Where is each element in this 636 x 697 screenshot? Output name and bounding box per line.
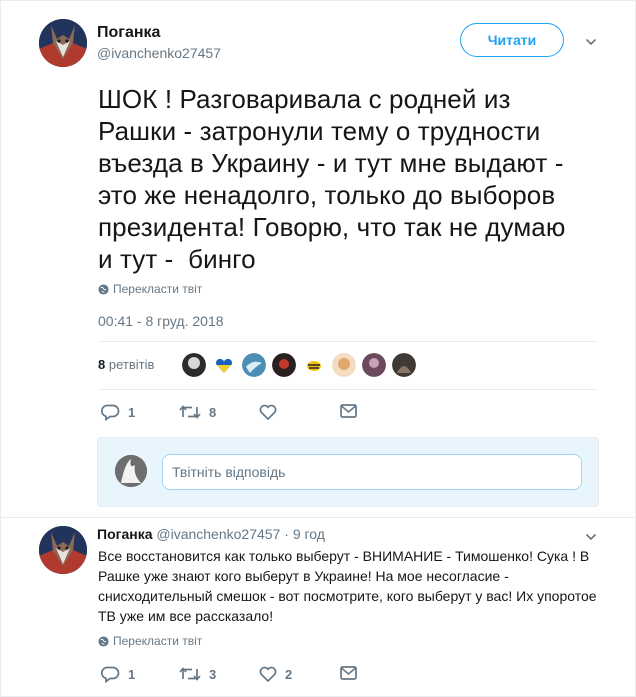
avatar[interactable]	[39, 19, 87, 67]
like-action[interactable]: 2	[259, 666, 292, 682]
avatar[interactable]	[212, 353, 236, 377]
reply-input[interactable]: Твітніть відповідь	[162, 454, 582, 490]
like-count: 2	[285, 666, 293, 682]
mail-icon	[340, 404, 357, 418]
mail-action[interactable]	[340, 666, 365, 680]
reply-display-name[interactable]: Поганка	[97, 526, 152, 542]
avatar[interactable]	[332, 353, 356, 377]
avatar[interactable]	[182, 353, 206, 377]
like-action[interactable]	[259, 404, 285, 420]
separator: ·	[284, 526, 289, 542]
reply-action[interactable]: 1	[101, 404, 135, 421]
divider	[1, 517, 635, 518]
reply-icon	[101, 666, 120, 683]
avatar[interactable]	[272, 353, 296, 377]
reply-composer: Твітніть відповідь	[97, 437, 599, 507]
translate-label[interactable]: Перекласти твіт	[113, 282, 202, 296]
retweet-count-value: 8	[98, 357, 106, 372]
mail-action[interactable]	[340, 404, 365, 418]
globe-icon	[98, 635, 109, 647]
divider	[98, 341, 598, 342]
reply-text: Все восстановится как только выберут - В…	[98, 548, 597, 624]
avatar[interactable]	[242, 353, 266, 377]
retweet-action[interactable]: 8	[179, 404, 216, 420]
retweet-icon	[179, 667, 201, 681]
tweet-card: Поганка @ivanchenko27457 Читати ШОК ! Ра…	[0, 0, 636, 697]
tweet-text: ШОК ! Разговаривала с родней из Рашки - …	[98, 84, 566, 274]
divider	[98, 389, 598, 390]
mail-icon	[340, 666, 357, 680]
reply-count: 1	[128, 405, 136, 420]
retweeter-avatars	[182, 353, 416, 377]
avatar[interactable]	[392, 353, 416, 377]
reply-placeholder: Твітніть відповідь	[172, 464, 286, 480]
retweet-count: 3	[209, 666, 217, 682]
retweet-count: 8	[209, 404, 217, 420]
retweet-icon	[179, 405, 201, 419]
avatar[interactable]	[362, 353, 386, 377]
reply-count: 1	[128, 667, 136, 682]
translate-label[interactable]: Перекласти твіт	[113, 634, 202, 648]
avatar[interactable]	[302, 353, 326, 377]
timestamp[interactable]: 00:41 - 8 груд. 2018	[98, 313, 224, 329]
like-icon	[259, 666, 277, 682]
globe-icon	[98, 283, 109, 295]
avatar	[115, 455, 147, 487]
retweet-stats[interactable]: 8 ретвітів	[98, 357, 154, 372]
chevron-down-icon[interactable]	[585, 531, 597, 543]
translate-link[interactable]: Перекласти твіт	[98, 634, 202, 648]
chevron-down-icon[interactable]	[585, 36, 597, 48]
reply-handle[interactable]: @ivanchenko27457	[156, 526, 280, 542]
translate-link[interactable]: Перекласти твіт	[98, 282, 202, 296]
user-handle[interactable]: @ivanchenko27457	[97, 45, 221, 61]
reply-action[interactable]: 1	[101, 666, 135, 683]
retweet-count-label: ретвітів	[108, 357, 155, 372]
follow-button[interactable]: Читати	[460, 23, 564, 57]
reply-time[interactable]: 9 год	[293, 526, 325, 542]
reply-icon	[101, 404, 120, 421]
display-name[interactable]: Поганка	[97, 24, 160, 42]
like-icon	[259, 404, 277, 420]
avatar[interactable]	[39, 526, 87, 574]
reply-header: Поганка @ivanchenko27457 · 9 год	[97, 526, 325, 542]
retweet-action[interactable]: 3	[179, 666, 216, 682]
